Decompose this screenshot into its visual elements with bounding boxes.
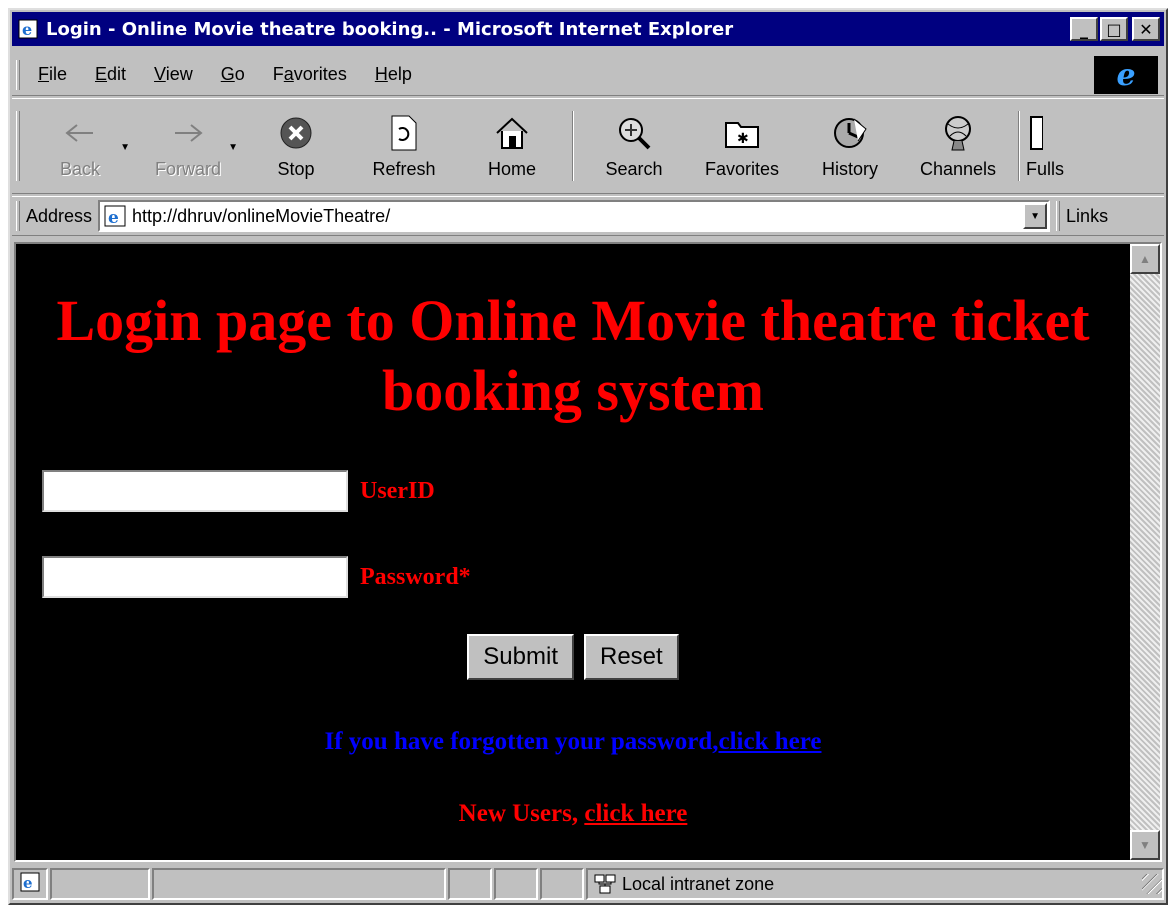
toolbar-grip[interactable]	[16, 111, 20, 181]
favorites-icon: ✱	[722, 113, 762, 153]
favorites-button[interactable]: ✱ Favorites	[688, 102, 796, 190]
password-row: Password*	[42, 556, 471, 598]
password-label: Password*	[360, 563, 471, 590]
refresh-icon	[384, 113, 424, 153]
menu-bar: File Edit View Go Favorites Help e	[12, 54, 1164, 96]
toolbar-separator	[572, 111, 574, 181]
window-title: Login - Online Movie theatre booking.. -…	[46, 18, 734, 40]
resize-grip[interactable]	[1142, 874, 1162, 894]
password-input[interactable]	[42, 556, 348, 598]
menu-go[interactable]: Go	[209, 64, 261, 85]
scroll-up-button[interactable]: ▲	[1130, 244, 1160, 274]
form-buttons: Submit Reset	[16, 634, 1130, 680]
forgot-password-text: If you have forgotten your password,	[324, 728, 719, 755]
new-users-line: New Users, click here	[16, 800, 1130, 828]
menu-view[interactable]: View	[142, 64, 209, 85]
back-dropdown-icon[interactable]: ▼	[120, 142, 130, 153]
svg-text:e: e	[22, 20, 32, 39]
stop-button[interactable]: Stop	[242, 102, 350, 190]
browser-window: e Login - Online Movie theatre booking..…	[8, 8, 1168, 905]
menu-edit[interactable]: Edit	[83, 64, 142, 85]
userid-row: UserID	[42, 470, 435, 512]
scroll-down-button[interactable]: ▼	[1130, 830, 1160, 860]
status-pane-5	[540, 868, 584, 900]
intranet-zone-icon	[594, 873, 616, 895]
svg-text:✱: ✱	[737, 131, 749, 147]
search-icon	[614, 113, 654, 153]
title-bar: e Login - Online Movie theatre booking..…	[12, 12, 1164, 46]
ie-logo-icon: e	[1094, 56, 1158, 94]
new-users-text: New Users,	[458, 800, 585, 827]
submit-button[interactable]: Submit	[467, 634, 574, 680]
toolbar-separator-2	[1018, 111, 1020, 181]
fullscreen-icon	[1026, 113, 1046, 153]
channels-button[interactable]: Channels	[904, 102, 1012, 190]
menu-help[interactable]: Help	[363, 64, 428, 85]
forward-arrow-icon	[168, 113, 208, 153]
reset-button[interactable]: Reset	[584, 634, 679, 680]
svg-text:e: e	[108, 208, 119, 227]
status-pane-2	[152, 868, 446, 900]
history-icon	[830, 113, 870, 153]
maximize-button[interactable]: □	[1100, 17, 1128, 41]
forgot-password-line: If you have forgotten your password,clic…	[16, 728, 1130, 756]
ie-page-icon: e	[102, 204, 128, 228]
close-button[interactable]: ✕	[1132, 17, 1160, 41]
minimize-button[interactable]: _	[1070, 17, 1098, 41]
back-arrow-icon	[60, 113, 100, 153]
menu-favorites[interactable]: Favorites	[261, 64, 363, 85]
status-zone-pane: Local intranet zone	[586, 868, 1164, 900]
forward-button[interactable]: Forward ▼	[134, 102, 242, 190]
stop-icon	[276, 113, 316, 153]
new-users-link[interactable]: click here	[584, 800, 687, 827]
svg-text:e: e	[23, 874, 33, 892]
forgot-password-link[interactable]: click here	[719, 728, 822, 755]
fullscreen-button[interactable]: Fulls	[1026, 102, 1070, 190]
status-pane-3	[448, 868, 492, 900]
address-grip[interactable]	[16, 201, 20, 231]
menu-grip[interactable]	[16, 59, 20, 90]
zone-text: Local intranet zone	[622, 873, 775, 894]
web-page: Login page to Online Movie theatre ticke…	[16, 244, 1130, 860]
status-icon-pane: e	[12, 868, 48, 900]
links-grip[interactable]	[1056, 201, 1061, 231]
back-button[interactable]: Back ▼	[26, 102, 134, 190]
links-button[interactable]: Links	[1066, 206, 1108, 227]
address-url[interactable]: http://dhruv/onlineMovieTheatre/	[132, 206, 1023, 227]
address-dropdown-button[interactable]: ▼	[1023, 203, 1048, 229]
userid-input[interactable]	[42, 470, 348, 512]
menu-file[interactable]: File	[26, 64, 83, 85]
status-pane-1	[50, 868, 150, 900]
address-field[interactable]: e http://dhruv/onlineMovieTheatre/ ▼	[98, 200, 1051, 232]
refresh-button[interactable]: Refresh	[350, 102, 458, 190]
ie-page-icon: e	[20, 872, 40, 897]
status-bar: e Local intranet zone	[12, 866, 1164, 902]
forward-dropdown-icon[interactable]: ▼	[228, 142, 238, 153]
channels-icon	[938, 113, 978, 153]
status-pane-4	[494, 868, 538, 900]
vertical-scrollbar[interactable]: ▲ ▼	[1130, 244, 1160, 860]
page-heading: Login page to Online Movie theatre ticke…	[56, 288, 1090, 423]
toolbar: Back ▼ Forward ▼ Stop Refresh Home Searc…	[12, 98, 1164, 194]
address-label: Address	[26, 205, 93, 226]
search-button[interactable]: Search	[580, 102, 688, 190]
userid-label: UserID	[360, 477, 435, 504]
content-area: Login page to Online Movie theatre ticke…	[14, 242, 1162, 862]
home-icon	[492, 113, 532, 153]
home-button[interactable]: Home	[458, 102, 566, 190]
history-button[interactable]: History	[796, 102, 904, 190]
address-bar: Address e http://dhruv/onlineMovieTheatr…	[12, 196, 1164, 236]
ie-page-icon: e	[16, 17, 40, 41]
